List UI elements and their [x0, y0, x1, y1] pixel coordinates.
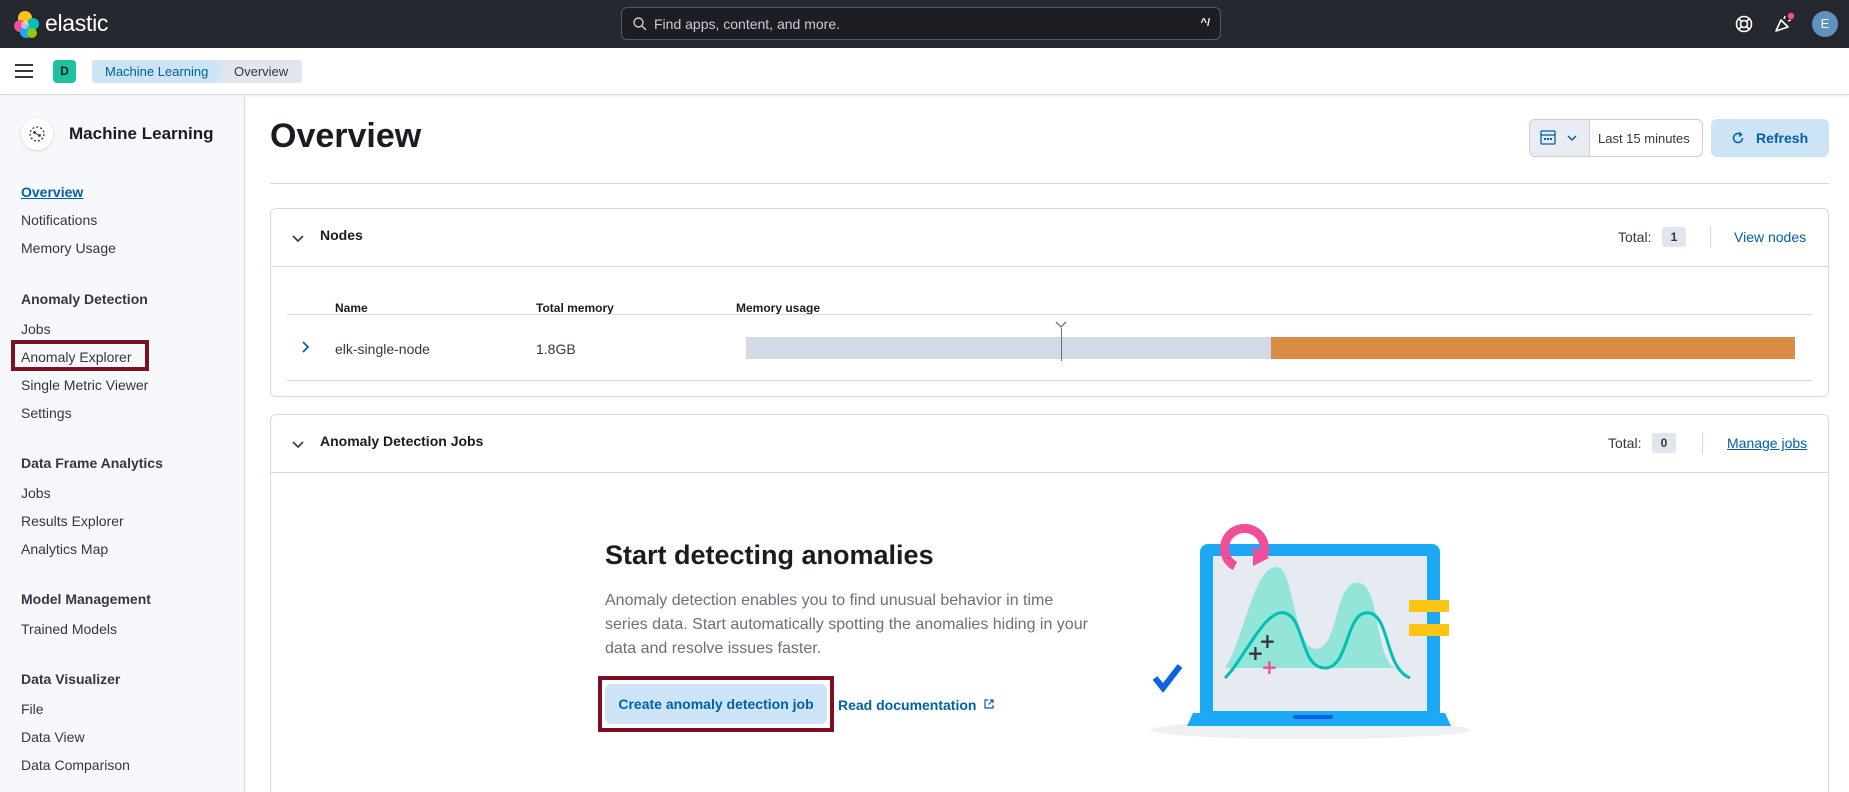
page-title: Overview [270, 117, 422, 155]
title-divider [270, 183, 1829, 184]
sidebar-item-notifications[interactable]: Notifications [21, 212, 97, 228]
sidebar-group-model-management: Model Management [21, 591, 151, 607]
nodes-panel: Nodes Total: 1 View nodes Name Total mem… [270, 208, 1829, 397]
sidebar-group-data-frame-analytics: Data Frame Analytics [21, 455, 163, 471]
refresh-icon [1732, 131, 1744, 144]
sidebar-item-results-explorer[interactable]: Results Explorer [21, 513, 124, 529]
search-icon [633, 17, 647, 31]
elastic-logo-icon[interactable] [12, 10, 42, 40]
sidebar-item-memory-usage[interactable]: Memory Usage [21, 240, 116, 256]
quick-select-button[interactable] [1530, 120, 1590, 156]
menu-toggle-icon[interactable] [15, 64, 33, 78]
nodes-total-label: Total: [1618, 229, 1652, 245]
anomaly-jobs-panel-header: Anomaly Detection Jobs Total: 0 Manage j… [271, 415, 1828, 473]
svg-text:+: + [1261, 655, 1278, 679]
help-icon[interactable] [1732, 12, 1756, 36]
refresh-label: Refresh [1756, 130, 1809, 146]
ml-sidebar: Machine Learning Overview Notifications … [0, 96, 245, 792]
sidebar-item-trained-models[interactable]: Trained Models [21, 621, 117, 637]
calendar-icon [1540, 130, 1577, 145]
breadcrumb-bar: D Machine Learning Overview [0, 48, 1849, 95]
header-separator [1710, 226, 1711, 248]
sidebar-group-anomaly-detection: Anomaly Detection [21, 291, 148, 307]
table-row-divider [287, 380, 1812, 381]
breadcrumb-overview: Overview [216, 60, 303, 83]
sidebar-item-settings[interactable]: Settings [21, 405, 72, 421]
sidebar-item-dfa-jobs[interactable]: Jobs [21, 485, 51, 501]
sidebar-item-ad-jobs[interactable]: Jobs [21, 321, 51, 337]
external-link-icon [984, 699, 994, 709]
column-header-total-memory[interactable]: Total memory [536, 301, 614, 315]
anomaly-detection-illustration: + + + [1150, 523, 1470, 739]
svg-text:+: + [1259, 629, 1276, 653]
create-anomaly-detection-job-button[interactable]: Create anomaly detection job [605, 684, 827, 724]
read-documentation-link[interactable]: Read documentation [838, 697, 995, 713]
node-total-memory-cell: 1.8GB [536, 341, 576, 357]
nodes-panel-header: Nodes Total: 1 View nodes [271, 209, 1828, 267]
jobs-total-label: Total: [1608, 435, 1642, 451]
sidebar-item-data-view[interactable]: Data View [21, 729, 85, 745]
space-avatar[interactable]: D [53, 60, 76, 83]
memory-usage-bar [746, 337, 1795, 359]
sidebar-item-overview[interactable]: Overview [21, 184, 83, 200]
breadcrumb-machine-learning[interactable]: Machine Learning [92, 60, 226, 83]
anomaly-explorer-highlight [11, 340, 149, 371]
machine-learning-icon [21, 118, 53, 150]
chevron-down-icon[interactable] [291, 231, 305, 245]
search-shortcut: ^/ [1200, 17, 1210, 29]
jobs-total-badge: 0 [1652, 433, 1676, 453]
memory-usage-segment [1270, 337, 1795, 359]
top-header: elastic Find apps, content, and more. ^/… [0, 0, 1849, 48]
view-nodes-link[interactable]: View nodes [1734, 229, 1806, 245]
sidebar-item-analytics-map[interactable]: Analytics Map [21, 541, 108, 557]
sidebar-item-file[interactable]: File [21, 701, 44, 717]
anomaly-jobs-title[interactable]: Anomaly Detection Jobs [320, 433, 483, 449]
user-avatar[interactable]: E [1812, 11, 1838, 37]
logo-text[interactable]: elastic [45, 10, 108, 37]
chevron-down-icon[interactable] [291, 437, 305, 451]
sidebar-item-data-comparison[interactable]: Data Comparison [21, 757, 130, 773]
refresh-button[interactable]: Refresh [1711, 119, 1829, 157]
search-placeholder: Find apps, content, and more. [654, 16, 840, 32]
sidebar-title: Machine Learning [69, 124, 214, 143]
date-range-text[interactable]: Last 15 minutes [1598, 131, 1690, 146]
column-header-name[interactable]: Name [335, 301, 368, 315]
node-name-cell: elk-single-node [335, 341, 430, 357]
nodes-title[interactable]: Nodes [320, 227, 363, 243]
header-separator [1702, 432, 1703, 454]
read-documentation-label: Read documentation [838, 697, 977, 713]
sidebar-group-data-visualizer: Data Visualizer [21, 671, 121, 687]
table-header-divider [287, 314, 1812, 315]
column-header-memory-usage: Memory usage [736, 301, 821, 315]
sidebar-item-single-metric-viewer[interactable]: Single Metric Viewer [21, 377, 148, 393]
nodes-total-badge: 1 [1662, 227, 1686, 247]
memory-limit-marker [1061, 328, 1062, 361]
empty-state-description: Anomaly detection enables you to find un… [605, 592, 1088, 657]
news-feed-icon[interactable] [1772, 12, 1796, 36]
date-picker[interactable]: Last 15 minutes [1529, 119, 1703, 157]
empty-state-title: Start detecting anomalies [605, 540, 934, 570]
expand-row-chevron-icon[interactable] [299, 339, 313, 355]
global-search-input[interactable]: Find apps, content, and more. ^/ [621, 7, 1221, 40]
manage-jobs-link[interactable]: Manage jobs [1727, 435, 1807, 451]
